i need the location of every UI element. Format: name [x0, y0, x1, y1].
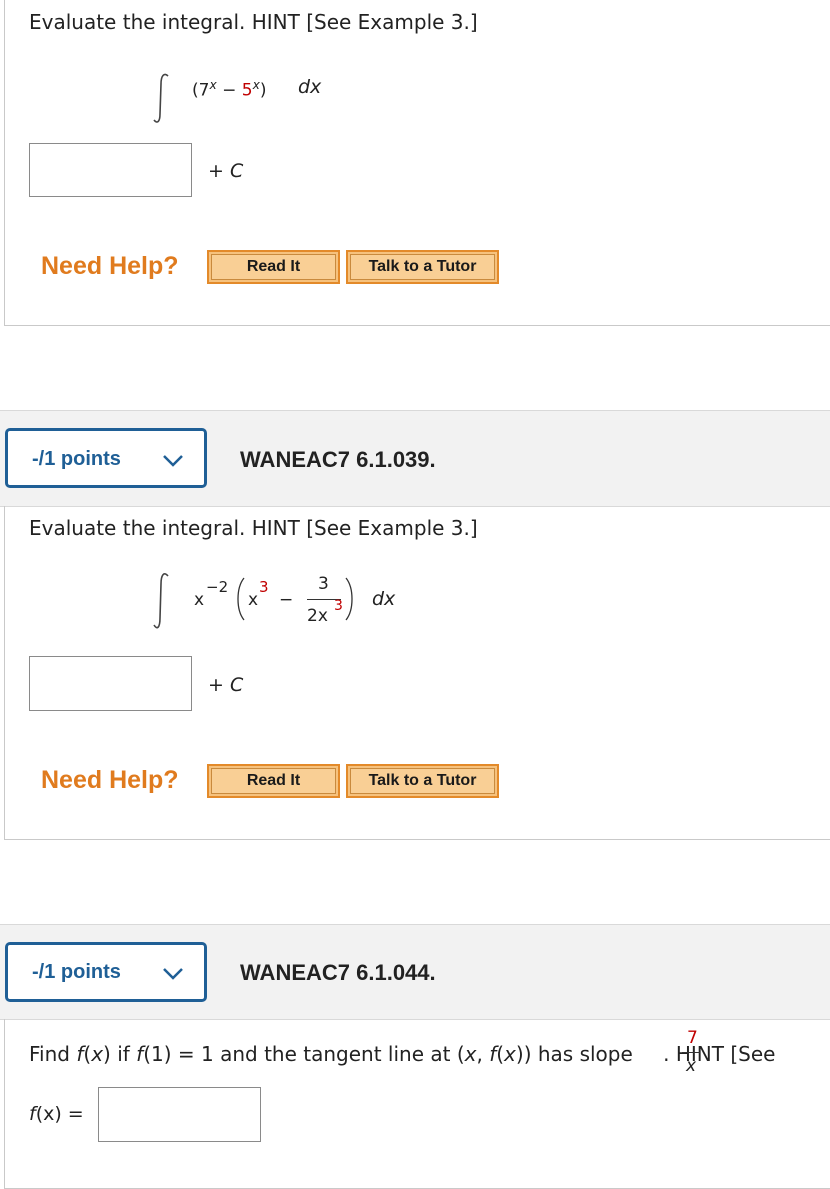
question-3-instruction: Find f(x) if f(1) = 1 and the tangent li…: [29, 1042, 776, 1066]
question-2-id: WANEAC7 6.1.039.: [240, 447, 436, 472]
integral-open-paren: (7: [192, 80, 210, 101]
plus-c-label-1: + C: [208, 160, 244, 182]
minus-sign: −: [279, 590, 294, 610]
fraction-numerator: 3: [318, 574, 329, 594]
talk-to-tutor-button-2[interactable]: Talk to a Tutor: [346, 764, 499, 798]
plus-c-label-2: + C: [208, 674, 244, 696]
chevron-down-icon: [163, 968, 183, 980]
talk-to-tutor-button-1[interactable]: Talk to a Tutor: [346, 250, 499, 284]
chevron-down-icon: [163, 455, 183, 467]
denominator-exponent: 3: [334, 598, 343, 614]
x-base: x: [194, 590, 205, 610]
answer-input-1[interactable]: [29, 143, 192, 197]
points-dropdown-2[interactable]: -/1 points: [5, 428, 207, 488]
minus-sign: −: [216, 80, 242, 101]
question-1-integral: (7x − 5x) dx: [152, 70, 372, 126]
points-label: -/1 points: [32, 961, 121, 983]
left-paren-icon: [237, 577, 245, 621]
answer-input-2[interactable]: [29, 656, 192, 711]
inner-x: x: [248, 590, 259, 610]
question-1-instruction: Evaluate the integral. HINT [See Example…: [29, 10, 478, 34]
question-3-id: WANEAC7 6.1.044.: [240, 960, 436, 985]
read-it-button-1[interactable]: Read It: [207, 250, 340, 284]
fraction-denominator: 2x: [307, 606, 328, 626]
dx-label: dx: [372, 588, 396, 610]
inner-exponent: 3: [259, 578, 269, 596]
answer-label-3: f(x) =: [29, 1103, 84, 1125]
question-2-integral: x −2 x 3 − 3 2x 3 dx: [152, 568, 412, 634]
integral-sign-icon: [153, 73, 169, 123]
slope-fraction-bar: [682, 1052, 700, 1053]
exponent-x-2: x: [252, 78, 260, 92]
slope-fraction: 7 x: [680, 1028, 704, 1080]
base-five: 5: [241, 80, 253, 101]
need-help-label-1: Need Help?: [41, 252, 179, 280]
answer-input-3[interactable]: [98, 1087, 261, 1142]
points-dropdown-3[interactable]: -/1 points: [5, 942, 207, 1002]
slope-numerator: 7: [687, 1028, 698, 1048]
dx-label: dx: [298, 76, 322, 98]
x-exponent: −2: [206, 578, 229, 596]
question-2-instruction: Evaluate the integral. HINT [See Example…: [29, 516, 478, 540]
integral-sign-icon: [153, 573, 169, 629]
read-it-button-2[interactable]: Read It: [207, 764, 340, 798]
slope-denominator: x: [686, 1056, 697, 1076]
need-help-label-2: Need Help?: [41, 766, 179, 794]
points-label: -/1 points: [32, 448, 121, 470]
right-paren-icon: [345, 577, 353, 621]
exponent-x: x: [209, 78, 217, 92]
integral-close-paren: ): [259, 80, 267, 101]
